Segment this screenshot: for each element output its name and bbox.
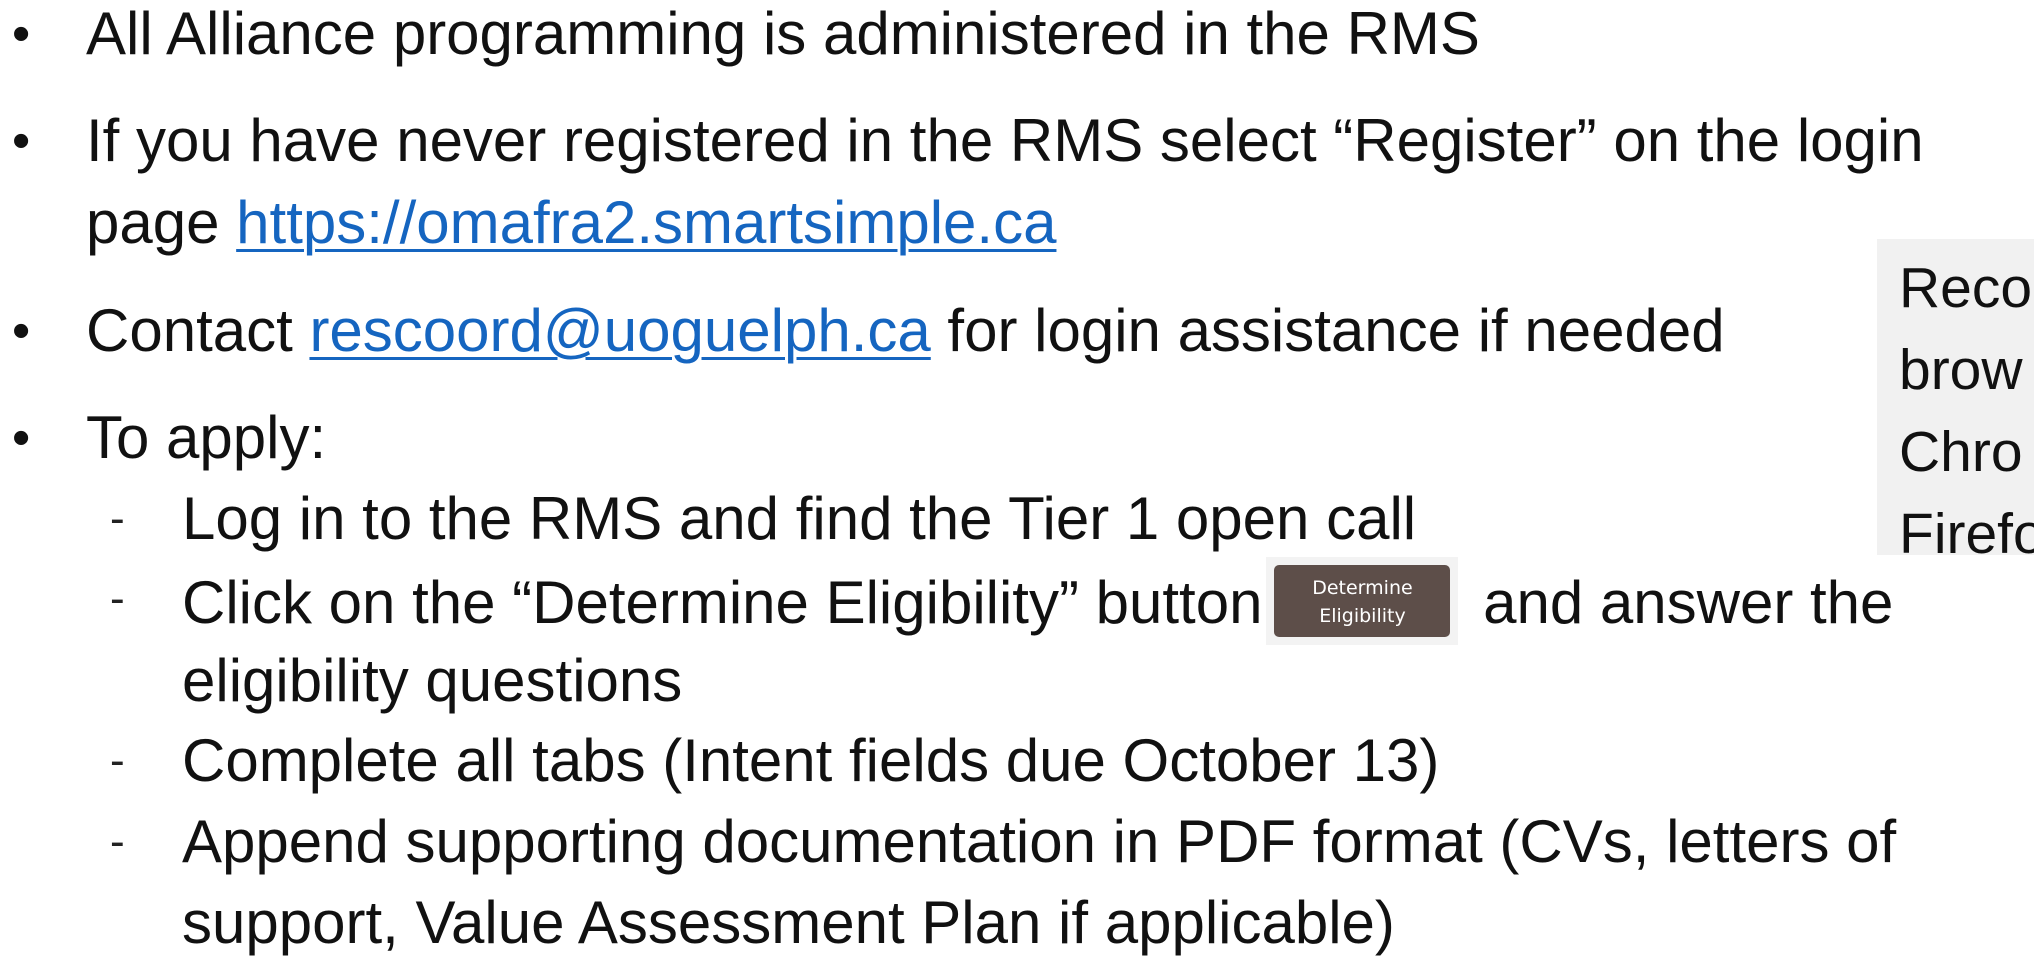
bullet-text: All Alliance programming is administered… [86, 0, 1480, 67]
smartsimple-login-link[interactable]: https://omafra2.smartsimple.ca [236, 189, 1056, 256]
sub-item-prefix: Click on the “Determine Eligibility” but… [182, 568, 1263, 636]
note-line: Reco [1899, 256, 2033, 320]
sub-item-text-continued: support, Value Assessment Plan if applic… [182, 889, 1395, 956]
sub-item-text: Log in to the RMS and find the Tier 1 op… [182, 485, 1417, 552]
bullet-text-continued: page https://omafra2.smartsimple.ca [86, 187, 1056, 259]
sub-item-text: Append supporting documentation in PDF f… [182, 808, 1897, 875]
bullet-text-prefix: page [86, 189, 237, 256]
note-line: Firefo [1899, 502, 2034, 555]
determine-eligibility-button-image: Determine Eligibility [1274, 565, 1451, 637]
contact-prefix: Contact [86, 297, 310, 364]
dash-marker: - [110, 494, 125, 543]
bullet-marker: • [12, 112, 31, 170]
sub-item-text: Click on the “Determine Eligibility” but… [182, 557, 1894, 651]
sub-item-text-continued: eligibility questions [182, 647, 683, 714]
bullet-marker: • [12, 409, 31, 467]
button-label-line1: Determine [1312, 577, 1413, 599]
sub-item-text: Complete all tabs (Intent fields due Oct… [182, 727, 1440, 794]
button-label-line2: Eligibility [1319, 605, 1406, 627]
bullet-text: If you have never registered in the RMS … [86, 107, 1924, 174]
dash-marker: - [110, 574, 125, 623]
bullet-text: Contact rescoord@uoguelph.ca for login a… [86, 295, 1725, 367]
dash-marker: - [110, 817, 125, 866]
dash-marker: - [110, 736, 125, 785]
sub-item-suffix: and answer the [1466, 568, 1894, 636]
contact-suffix: for login assistance if needed [930, 297, 1725, 364]
bullet-text: To apply: [86, 404, 327, 471]
bullet-marker: • [12, 302, 31, 360]
contact-email-link[interactable]: rescoord@uoguelph.ca [309, 297, 930, 364]
bullet-marker: • [12, 5, 31, 63]
note-line: Chro [1899, 420, 2023, 484]
note-text: Reco brow Chro Firefo [1899, 247, 2034, 555]
button-screenshot-frame: Determine Eligibility [1266, 557, 1459, 645]
note-line: brow [1899, 338, 2023, 402]
browser-recommendation-note: Reco brow Chro Firefo [1877, 239, 2034, 555]
